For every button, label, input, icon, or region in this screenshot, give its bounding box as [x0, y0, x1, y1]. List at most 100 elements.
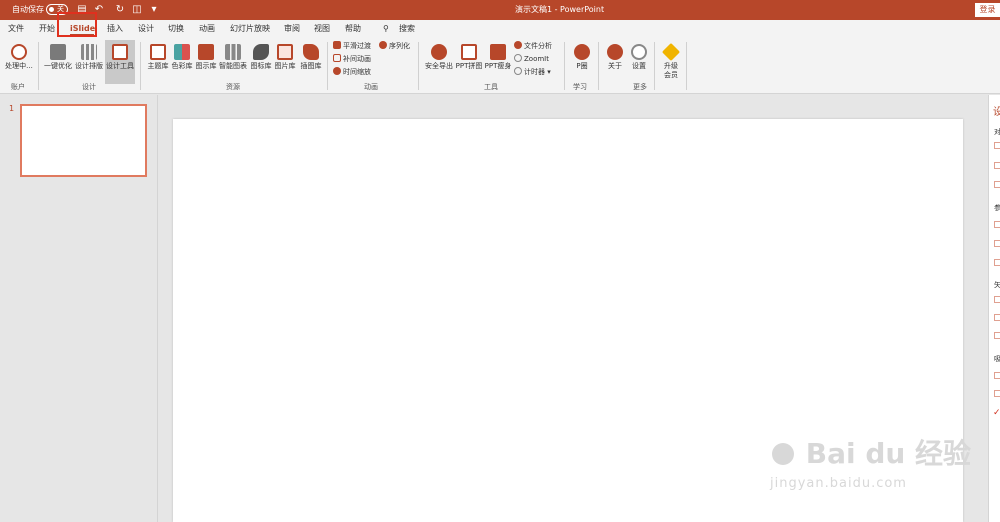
zoomit-button[interactable]: ZoomIt [514, 54, 549, 65]
present-icon[interactable]: ◫ [131, 4, 143, 16]
checkmark-icon[interactable]: ✓ [993, 408, 1000, 418]
diagram-icon [198, 44, 214, 60]
time-scale-label: 时间缩放 [343, 68, 371, 76]
zoomit-label: ZoomIt [524, 55, 549, 63]
toggle-knob [49, 7, 54, 12]
layout-grid-icon [81, 44, 97, 60]
optimize-icon [50, 44, 66, 60]
search-icon[interactable]: ⚲ [383, 23, 389, 35]
illustration-library-label: 插图库 [300, 62, 322, 70]
design-tools-button[interactable]: 设计工具 [105, 40, 135, 84]
snap-icon[interactable] [994, 390, 1000, 397]
tab-search[interactable]: 搜索 [399, 23, 415, 35]
timer-button[interactable]: 计时器 ▾ [514, 67, 551, 78]
tab-file[interactable]: 文件 [8, 23, 24, 35]
smooth-label: 平滑过渡 [343, 42, 371, 50]
illustration-library-button[interactable]: 插图库 [296, 40, 326, 84]
processing-button[interactable]: 处理中... [3, 40, 35, 84]
design-layout-button[interactable]: 设计排版 [74, 40, 104, 84]
group-animation: 动画 [364, 83, 378, 91]
tab-slideshow[interactable]: 幻灯片放映 [230, 23, 270, 35]
tab-design[interactable]: 设计 [138, 23, 154, 35]
time-scale-button[interactable]: 时间缩放 [333, 67, 371, 78]
gear-icon [631, 44, 647, 60]
settings-label: 设置 [632, 62, 646, 70]
highlight-box [57, 12, 97, 37]
rocket-icon [303, 44, 319, 60]
customize-icon[interactable]: ▾ [148, 4, 160, 16]
settings-button[interactable]: 设置 [624, 40, 654, 84]
smooth-transition-button[interactable]: 平滑过渡 [333, 41, 371, 52]
info-icon [607, 44, 623, 60]
slide-thumbnail[interactable] [20, 104, 147, 177]
processing-label: 处理中... [5, 62, 33, 70]
sequence-button[interactable]: 序列化 [379, 41, 410, 52]
design-tools-icon [112, 44, 128, 60]
login-button[interactable]: 登录 [975, 3, 1000, 17]
file-analysis-button[interactable]: 文件分析 [514, 41, 552, 52]
p-circle-button[interactable]: P圈 [567, 40, 597, 84]
smart-chart-label: 智能图表 [219, 62, 247, 70]
divider [38, 42, 39, 90]
sequence-icon [379, 41, 387, 49]
snap-icon[interactable] [994, 372, 1000, 379]
align-icon[interactable] [994, 142, 1000, 149]
paw-logo-icon [772, 443, 794, 465]
safe-export-label: 安全导出 [425, 62, 453, 70]
ppt-jigsaw-button[interactable]: PPT拼图 [455, 40, 483, 84]
smart-chart-button[interactable]: 智能图表 [216, 40, 250, 84]
ppt-jigsaw-label: PPT拼图 [455, 62, 483, 70]
divider [327, 42, 328, 90]
redo-icon[interactable]: ↻ [114, 4, 126, 16]
pane-label: 矢 [994, 280, 1000, 290]
divider [140, 42, 141, 90]
ppt-slim-label: PPT瘦身 [484, 62, 512, 70]
tab-view[interactable]: 视图 [314, 23, 330, 35]
tab-transitions[interactable]: 切换 [168, 23, 184, 35]
ribbon: 处理中... 账户 一键优化 设计排版 设计工具 设计 主题库 色彩库 图示库 … [0, 38, 1000, 94]
vector-icon[interactable] [994, 296, 1000, 303]
divider [654, 42, 655, 90]
diamond-icon [661, 42, 681, 62]
guide-icon[interactable] [994, 240, 1000, 247]
group-learn: 学习 [573, 83, 587, 91]
slide-number: 1 [9, 104, 15, 113]
file-analysis-label: 文件分析 [524, 42, 552, 50]
align-icon[interactable] [994, 162, 1000, 169]
safe-export-button[interactable]: 安全导出 [423, 40, 455, 84]
layout-label: 设计排版 [75, 62, 103, 70]
upgrade-label: 升级 [664, 62, 678, 70]
one-click-optimize-button[interactable]: 一键优化 [43, 40, 73, 84]
design-tools-pane: 设 对 参 矢 吸 ✓ [988, 95, 1000, 522]
align-icon[interactable] [994, 181, 1000, 188]
sequence-label: 序列化 [389, 42, 410, 50]
upgrade-member-button[interactable]: 升级 会员 [656, 40, 686, 84]
group-resources: 资源 [226, 83, 240, 91]
group-design: 设计 [82, 83, 96, 91]
pane-title: 设 [993, 103, 1000, 118]
ppt-slim-button[interactable]: PPT瘦身 [484, 40, 512, 84]
ribbon-tabs: 文件 开始 iSlide 插入 设计 切换 动画 幻灯片放映 审阅 视图 帮助 … [0, 20, 1000, 38]
tab-home[interactable]: 开始 [39, 23, 55, 35]
slim-icon [490, 44, 506, 60]
palette-icon [174, 44, 190, 60]
tween-label: 补间动画 [343, 55, 371, 63]
jigsaw-icon [461, 44, 477, 60]
guide-icon[interactable] [994, 259, 1000, 266]
design-tools-label: 设计工具 [106, 62, 134, 70]
tab-insert[interactable]: 插入 [107, 23, 123, 35]
divider [598, 42, 599, 90]
tween-animation-button[interactable]: 补间动画 [333, 54, 371, 65]
guide-icon[interactable] [994, 221, 1000, 228]
tab-help[interactable]: 帮助 [345, 23, 361, 35]
tween-icon [333, 54, 341, 62]
tab-animations[interactable]: 动画 [199, 23, 215, 35]
cloud-upload-icon [11, 44, 27, 60]
divider [418, 42, 419, 90]
picture-icon [277, 44, 293, 60]
bar-chart-icon [225, 44, 241, 60]
vector-icon[interactable] [994, 314, 1000, 321]
tab-review[interactable]: 审阅 [284, 23, 300, 35]
timer-label: 计时器 [524, 68, 545, 76]
vector-icon[interactable] [994, 332, 1000, 339]
